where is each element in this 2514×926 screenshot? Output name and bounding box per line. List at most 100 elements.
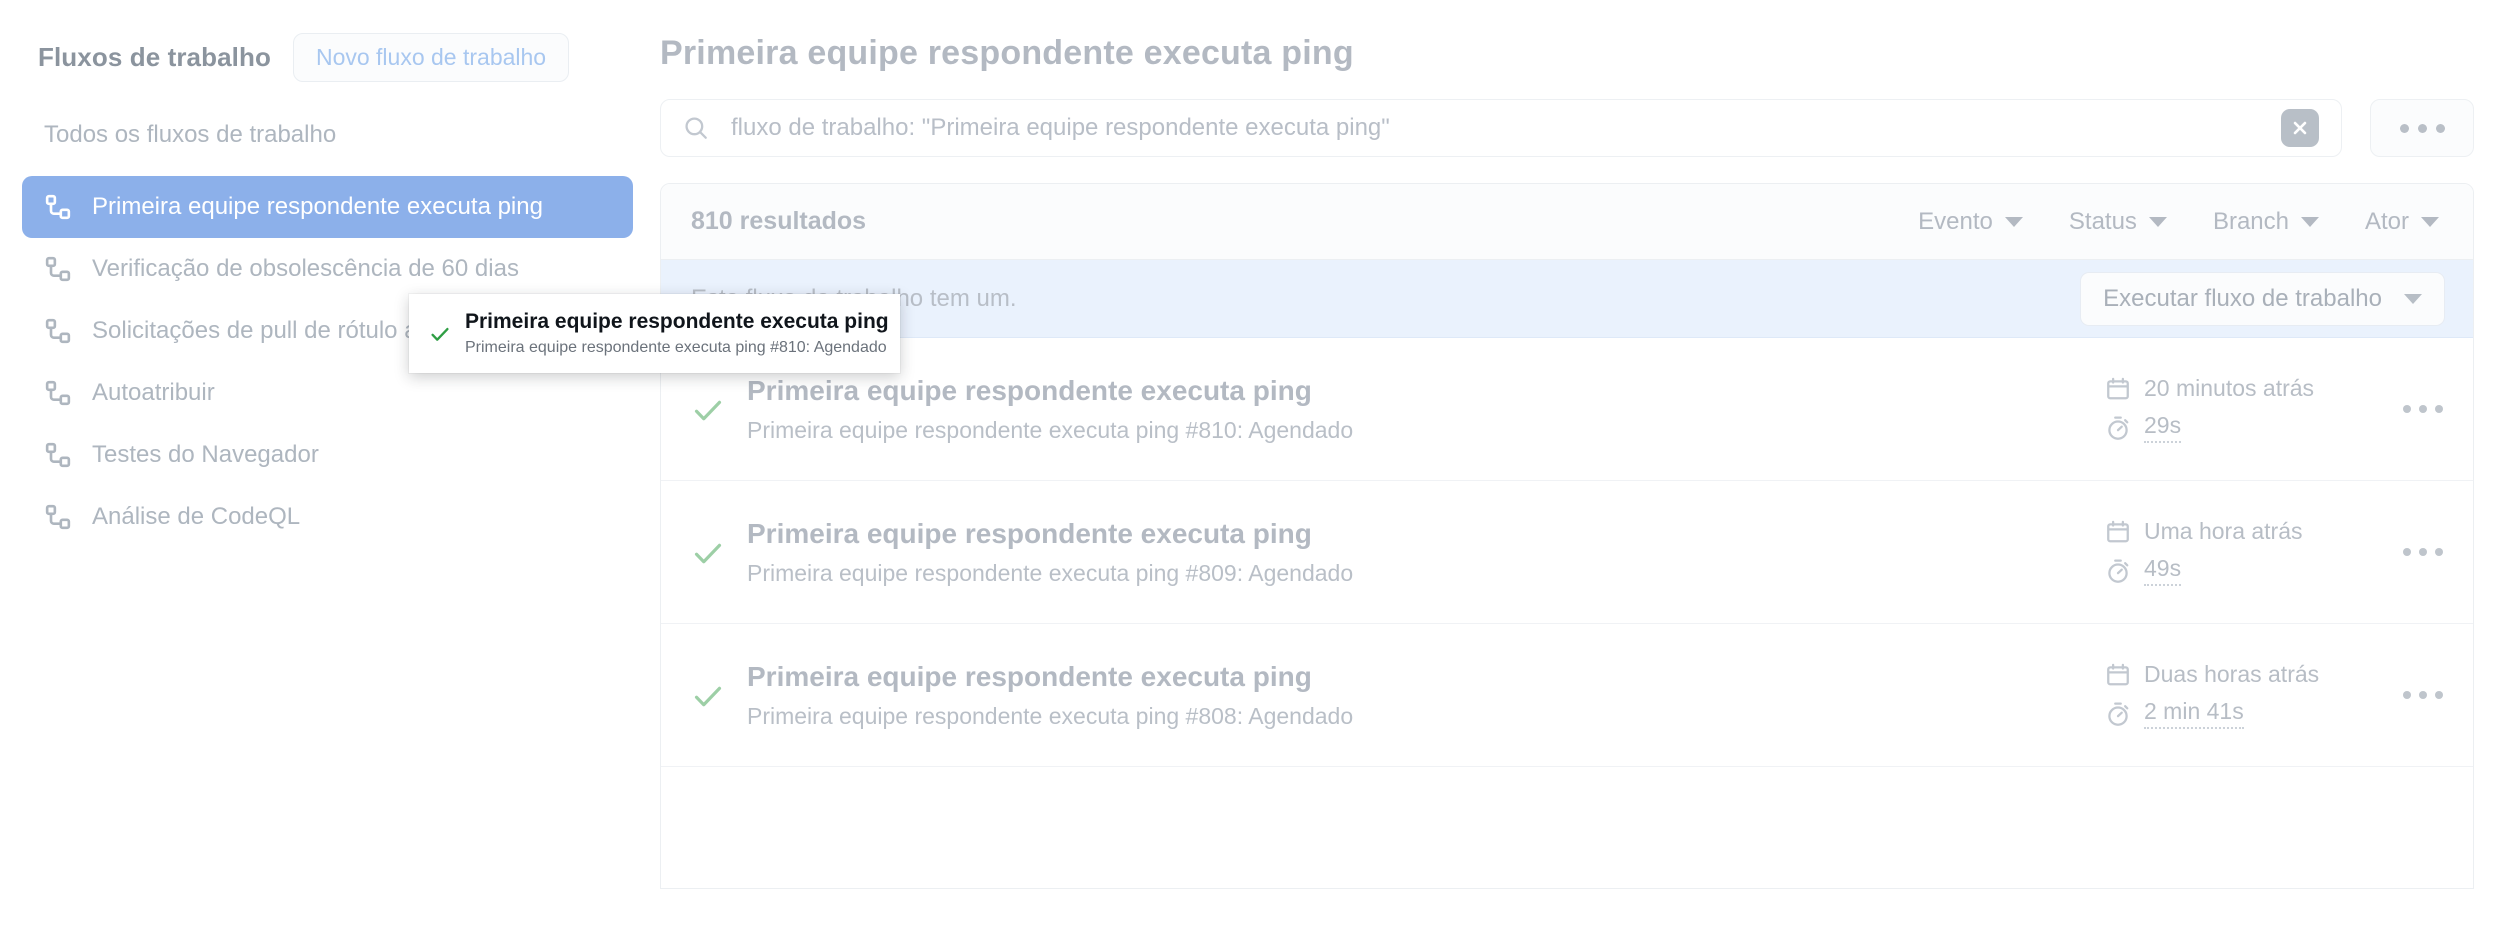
run-time-label: 20 minutos atrás: [2144, 375, 2315, 401]
new-workflow-button[interactable]: Novo fluxo de trabalho: [292, 32, 570, 82]
row-overflow-menu-button[interactable]: [2399, 391, 2447, 427]
search-input[interactable]: fluxo de trabalho: "Primeira equipe resp…: [660, 99, 2342, 157]
run-duration: 29s: [2105, 412, 2182, 443]
workflow-icon: [44, 255, 72, 283]
filter-actor[interactable]: Ator: [2365, 208, 2439, 236]
chevron-down-icon: [2404, 293, 2422, 304]
row-overflow-menu-button[interactable]: [2399, 534, 2447, 570]
sidebar-item-label: Todos os fluxos de trabalho: [44, 121, 337, 148]
filter-bar: Evento Status Branch Ator: [1918, 208, 2439, 236]
chevron-down-icon: [2421, 216, 2439, 227]
dot-icon: [2435, 691, 2443, 699]
table-row[interactable]: Primeira equipe respondente executa ping…: [661, 338, 2473, 481]
dot-icon: [2403, 548, 2411, 556]
run-duration: 2 min 41s: [2105, 698, 2244, 729]
dot-icon: [2419, 691, 2427, 699]
success-check-icon: [429, 323, 451, 345]
sidebar-item-60-day-stale-check[interactable]: Verificação de obsolescência de 60 dias: [22, 238, 633, 300]
highlighted-run-inner: Primeira equipe respondente executa ping…: [429, 310, 889, 357]
workflow-icon: [44, 193, 72, 221]
sidebar-item-label: Testes do Navegador: [92, 441, 319, 468]
highlighted-run-card[interactable]: Primeira equipe respondente executa ping…: [409, 294, 900, 373]
workflow-dispatch-banner: Este fluxo de trabalho tem um. Executar …: [661, 260, 2473, 338]
filter-branch[interactable]: Branch: [2213, 208, 2319, 236]
run-info: Primeira equipe respondente executa ping…: [747, 661, 1353, 730]
dot-icon: [2399, 123, 2409, 133]
highlighted-run-text: Primeira equipe respondente executa ping…: [465, 310, 889, 357]
highlighted-run-subtitle: Primeira equipe respondente executa ping…: [465, 339, 887, 356]
results-count: 810 resultados: [691, 207, 867, 235]
run-duration-label[interactable]: 29s: [2144, 412, 2182, 443]
run-subtitle: Primeira equipe respondente executa ping…: [747, 416, 1354, 443]
run-meta: 20 minutos atrás 29s: [2105, 375, 2373, 443]
sidebar-item-label: Análise de CodeQL: [92, 503, 301, 530]
filter-label: Status: [2068, 207, 2137, 235]
row-overflow-menu-button[interactable]: [2399, 677, 2447, 713]
filter-status[interactable]: Status: [2069, 208, 2167, 236]
sidebar-item-first-responder-ping[interactable]: Primeira equipe respondente executa ping: [22, 176, 633, 238]
sidebar-item-browser-tests[interactable]: Testes do Navegador: [22, 424, 633, 486]
run-duration-label[interactable]: 2 min 41s: [2144, 698, 2244, 729]
dot-icon: [2435, 123, 2445, 133]
run-duration-label[interactable]: 49s: [2144, 555, 2182, 586]
run-meta: Duas horas atrás 2 min 41s: [2105, 661, 2373, 729]
sidebar-item-codeql-analysis[interactable]: Análise de CodeQL: [22, 486, 633, 548]
workflow-icon: [44, 317, 72, 345]
success-check-icon: [691, 679, 725, 713]
results-panel: 810 resultados Evento Status Branch Ator…: [660, 183, 2474, 889]
sidebar-title: Fluxos de trabalho: [38, 41, 271, 72]
results-header: 810 resultados Evento Status Branch Ator: [661, 184, 2473, 260]
page-title: Primeira equipe respondente executa ping: [660, 34, 1354, 72]
calendar-icon: [2105, 519, 2131, 545]
run-meta: Uma hora atrás 49s: [2105, 518, 2373, 586]
sidebar-item-label: Verificação de obsolescência de 60 dias: [92, 255, 519, 282]
success-check-icon: [691, 536, 725, 570]
table-row[interactable]: Primeira equipe respondente executa ping…: [661, 624, 2473, 767]
search-row: fluxo de trabalho: "Primeira equipe resp…: [655, 99, 2474, 157]
run-info: Primeira equipe respondente executa ping…: [747, 518, 1353, 587]
dot-icon: [2417, 123, 2427, 133]
stopwatch-icon: [2105, 558, 2131, 584]
filter-label: Evento: [1918, 207, 1993, 235]
stopwatch-icon: [2105, 701, 2131, 727]
filter-label: Ator: [2364, 207, 2409, 235]
workflow-icon: [44, 503, 72, 531]
search-value: fluxo de trabalho: "Primeira equipe resp…: [731, 114, 1390, 141]
dot-icon: [2419, 548, 2427, 556]
table-row[interactable]: Primeira equipe respondente executa ping…: [661, 481, 2473, 624]
clear-search-icon[interactable]: [2281, 109, 2319, 147]
sidebar-item-label: Primeira equipe respondente executa ping: [92, 193, 543, 220]
run-title: Primeira equipe respondente executa ping: [747, 660, 1312, 692]
run-time-label: Duas horas atrás: [2144, 661, 2320, 687]
run-duration: 49s: [2105, 555, 2182, 586]
filter-event[interactable]: Evento: [1918, 208, 2023, 236]
search-overflow-menu-button[interactable]: [2370, 99, 2474, 157]
run-info: Primeira equipe respondente executa ping…: [747, 375, 1353, 444]
dot-icon: [2435, 405, 2443, 413]
run-timestamp: Uma hora atrás: [2105, 518, 2303, 545]
run-subtitle: Primeira equipe respondente executa ping…: [747, 559, 1354, 586]
main-content: Primeira equipe respondente executa ping…: [655, 0, 2514, 926]
run-title: Primeira equipe respondente executa ping: [747, 374, 1312, 406]
highlighted-run-title: Primeira equipe respondente executa ping: [465, 310, 889, 333]
chevron-down-icon: [2004, 216, 2023, 227]
dot-icon: [2419, 405, 2427, 413]
sidebar-item-all-workflows[interactable]: Todos os fluxos de trabalho: [22, 104, 633, 166]
success-check-icon: [691, 393, 725, 427]
stopwatch-icon: [2105, 415, 2131, 441]
sidebar-header: Fluxos de trabalho Novo fluxo de trabalh…: [0, 28, 655, 86]
dot-icon: [2435, 548, 2443, 556]
run-workflow-label: Executar fluxo de trabalho: [2103, 284, 2382, 312]
chevron-down-icon: [2300, 216, 2319, 227]
calendar-icon: [2105, 376, 2131, 402]
search-icon: [683, 115, 709, 141]
run-workflow-button[interactable]: Executar fluxo de trabalho: [2080, 271, 2445, 326]
workflow-runs-page: Fluxos de trabalho Novo fluxo de trabalh…: [0, 0, 2514, 926]
workflow-icon: [44, 379, 72, 407]
sidebar: Fluxos de trabalho Novo fluxo de trabalh…: [0, 0, 655, 926]
run-timestamp: Duas horas atrás: [2105, 661, 2319, 688]
sidebar-item-label: Autoatribuir: [92, 379, 215, 406]
dot-icon: [2403, 691, 2411, 699]
run-timestamp: 20 minutos atrás: [2105, 375, 2314, 402]
workflow-icon: [44, 441, 72, 469]
